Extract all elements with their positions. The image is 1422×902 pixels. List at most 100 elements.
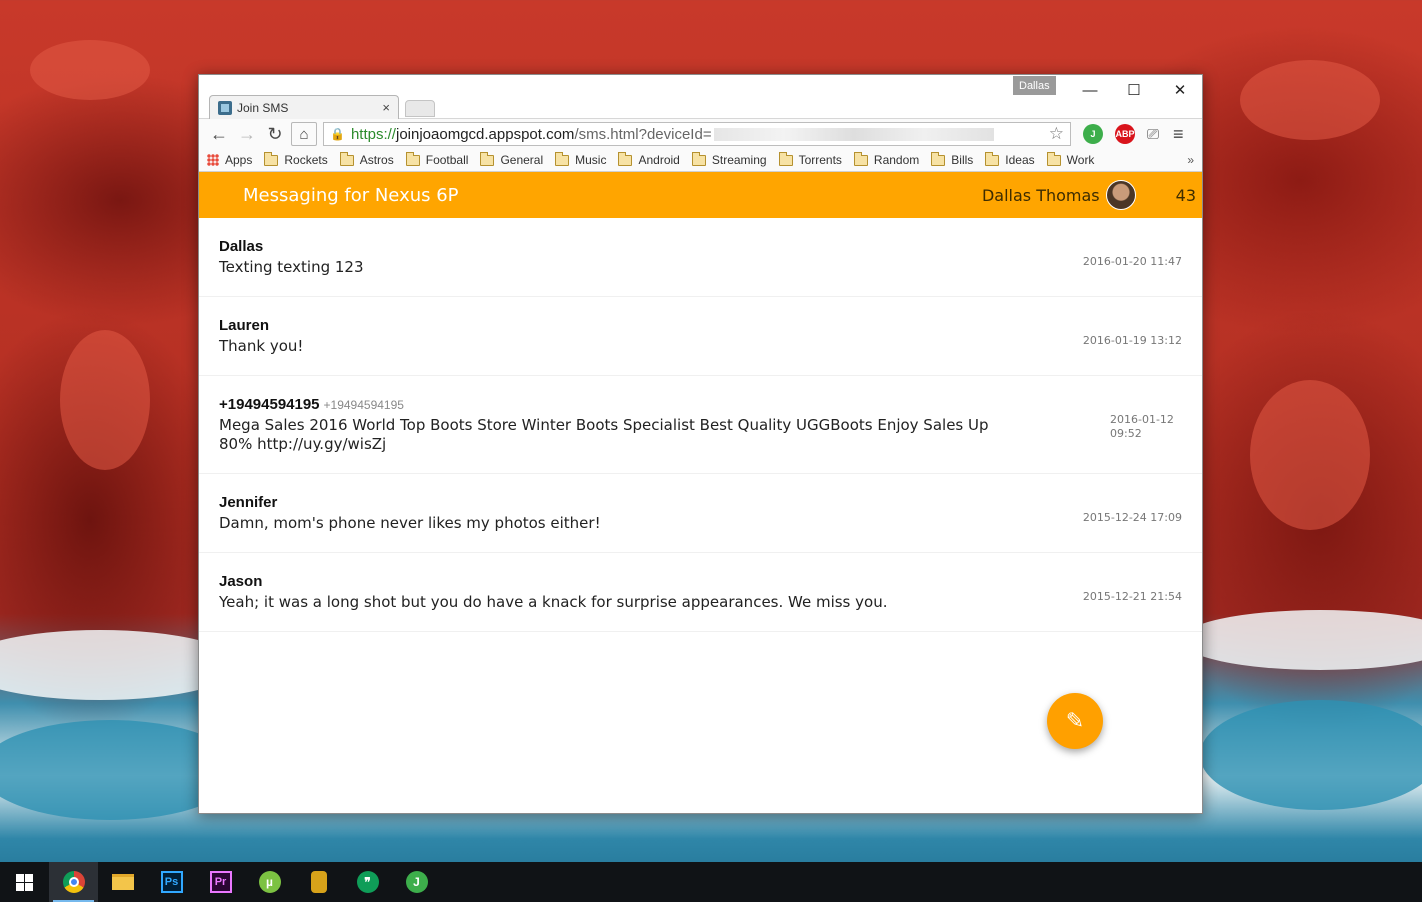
browser-toolbar: ← → ↻ ⌂ 🔒 https:// joinjoaomgcd.appspot.… — [199, 119, 1202, 149]
premiere-icon: Pr — [209, 871, 232, 893]
bookmark-folder[interactable]: Football — [405, 151, 469, 167]
folder-icon — [111, 874, 134, 890]
taskbar-premiere[interactable]: Pr — [196, 862, 245, 902]
taskbar-file-explorer[interactable] — [98, 862, 147, 902]
join-extension-icon[interactable]: J — [1083, 124, 1103, 144]
bookmark-folder[interactable]: Streaming — [691, 151, 767, 167]
bookmark-label: Bills — [951, 153, 974, 167]
url-redacted — [713, 127, 994, 141]
forward-button[interactable]: → — [233, 121, 261, 147]
message-sender: +19494594195 +19494594195 — [219, 396, 1106, 413]
message-count: 43 — [1175, 185, 1196, 205]
bookmark-folder[interactable]: Torrents — [778, 151, 842, 167]
bookmark-label: Football — [425, 153, 469, 167]
bookmark-folder[interactable]: Astros — [339, 151, 394, 167]
lock-icon: 🔒 — [330, 127, 345, 141]
join-icon: J — [405, 871, 428, 893]
bookmark-folder[interactable]: Bills — [931, 151, 974, 167]
taskbar-chrome[interactable] — [49, 862, 98, 902]
bookmark-label: Torrents — [798, 153, 842, 167]
bookmark-label: Apps — [225, 153, 253, 167]
close-window-button[interactable]: ✕ — [1157, 75, 1203, 105]
message-time: 2015-12-24 17:09 — [1082, 511, 1182, 524]
taskbar: Ps Pr µ ❞ J — [0, 862, 1422, 902]
compose-button[interactable]: ✎ — [1047, 693, 1103, 749]
bookmark-label: Music — [575, 153, 607, 167]
folder-icon — [618, 151, 633, 166]
folder-icon — [778, 151, 793, 166]
folder-icon — [480, 151, 495, 166]
wallpaper-dune — [30, 40, 150, 100]
new-tab-button[interactable] — [405, 100, 435, 117]
bookmark-apps[interactable]: Apps — [207, 153, 252, 167]
folder-icon — [853, 151, 868, 166]
bookmark-folder[interactable]: Ideas — [985, 151, 1035, 167]
list-item[interactable]: Lauren Thank you! 2016-01-19 13:12 — [199, 297, 1202, 376]
bookmark-label: Random — [873, 153, 920, 167]
message-time: 2015-12-21 21:54 — [1082, 590, 1182, 603]
avatar[interactable] — [1105, 180, 1136, 210]
sender-number: +19494594195 — [323, 398, 404, 412]
chrome-icon — [62, 871, 85, 893]
folder-icon — [264, 151, 279, 166]
taskbar-photoshop[interactable]: Ps — [147, 862, 196, 902]
list-item[interactable]: Jason Yeah; it was a long shot but you d… — [199, 553, 1202, 632]
message-sender: Jennifer — [219, 494, 278, 511]
bookmark-star-icon[interactable]: ☆ — [1049, 124, 1064, 144]
profile-badge[interactable]: Dallas — [1013, 76, 1056, 95]
adblock-extension-icon[interactable]: ABP — [1115, 124, 1135, 144]
bookmark-folder[interactable]: Random — [853, 151, 920, 167]
start-button[interactable] — [0, 862, 49, 902]
message-sender: Jason — [219, 573, 263, 590]
bookmark-folder[interactable]: General — [480, 151, 543, 167]
bookmark-folder[interactable]: Rockets — [264, 151, 328, 167]
message-time: 2016-01-19 13:12 — [1082, 334, 1182, 347]
home-button[interactable]: ⌂ — [291, 122, 317, 146]
wallpaper-dune — [1250, 380, 1370, 530]
bookmark-folder[interactable]: Work — [1046, 151, 1094, 167]
bookmarks-overflow-icon[interactable]: » — [1187, 153, 1194, 167]
apps-grid-icon — [207, 154, 219, 166]
folder-icon — [931, 151, 946, 166]
lock-app-icon — [310, 871, 327, 893]
taskbar-utorrent[interactable]: µ — [245, 862, 294, 902]
list-item[interactable]: Jennifer Damn, mom's phone never likes m… — [199, 474, 1202, 553]
tab-close-icon[interactable]: × — [382, 100, 390, 115]
wallpaper-dune — [60, 330, 150, 470]
list-item[interactable]: Dallas Texting texting 123 2016-01-20 11… — [199, 218, 1202, 297]
reload-button[interactable]: ↻ — [261, 121, 289, 147]
list-item[interactable]: +19494594195 +19494594195 Mega Sales 2016… — [199, 376, 1202, 474]
minimize-button[interactable]: — — [1067, 75, 1113, 105]
bookmark-label: Streaming — [711, 153, 767, 167]
message-text: Damn, mom's phone never likes my photos … — [219, 514, 601, 532]
chrome-menu-icon[interactable]: ≡ — [1173, 124, 1184, 145]
folder-icon — [985, 151, 1000, 166]
photoshop-icon: Ps — [160, 871, 183, 893]
back-button[interactable]: ← — [205, 121, 233, 147]
browser-window: Join SMS × Dallas — ☐ ✕ ← → ↻ ⌂ 🔒 https:… — [198, 74, 1203, 814]
message-body: Lauren Thank you! — [219, 317, 1082, 356]
message-text: Mega Sales 2016 World Top Boots Store Wi… — [219, 416, 989, 453]
tab-title: Join SMS — [237, 100, 289, 115]
utorrent-icon: µ — [258, 871, 281, 893]
taskbar-join[interactable]: J — [392, 862, 441, 902]
title-bar: Join SMS × Dallas — ☐ ✕ — [199, 75, 1202, 119]
user-name[interactable]: Dallas Thomas — [982, 186, 1100, 205]
message-text: Yeah; it was a long shot but you do have… — [219, 593, 888, 611]
bookmark-folder[interactable]: Music — [555, 151, 607, 167]
taskbar-app[interactable] — [294, 862, 343, 902]
bookmark-label: Rockets — [284, 153, 328, 167]
tab-join-sms[interactable]: Join SMS × — [209, 95, 399, 119]
join-favicon-icon — [218, 100, 232, 115]
maximize-button[interactable]: ☐ — [1111, 75, 1157, 105]
cast-icon[interactable]: ⎚ — [1147, 126, 1159, 143]
url-scheme: https:// — [350, 125, 396, 143]
message-text: Texting texting 123 — [219, 258, 364, 276]
url-host: joinjoaomgcd.appspot.com — [395, 125, 575, 143]
url-path: /sms.html?deviceId= — [574, 125, 712, 143]
bookmark-folder[interactable]: Android — [618, 151, 680, 167]
wallpaper-dune — [1240, 60, 1380, 140]
address-bar[interactable]: 🔒 https:// joinjoaomgcd.appspot.com /sms… — [323, 122, 1071, 146]
sender-name: +19494594195 — [219, 396, 320, 413]
taskbar-hangouts[interactable]: ❞ — [343, 862, 392, 902]
